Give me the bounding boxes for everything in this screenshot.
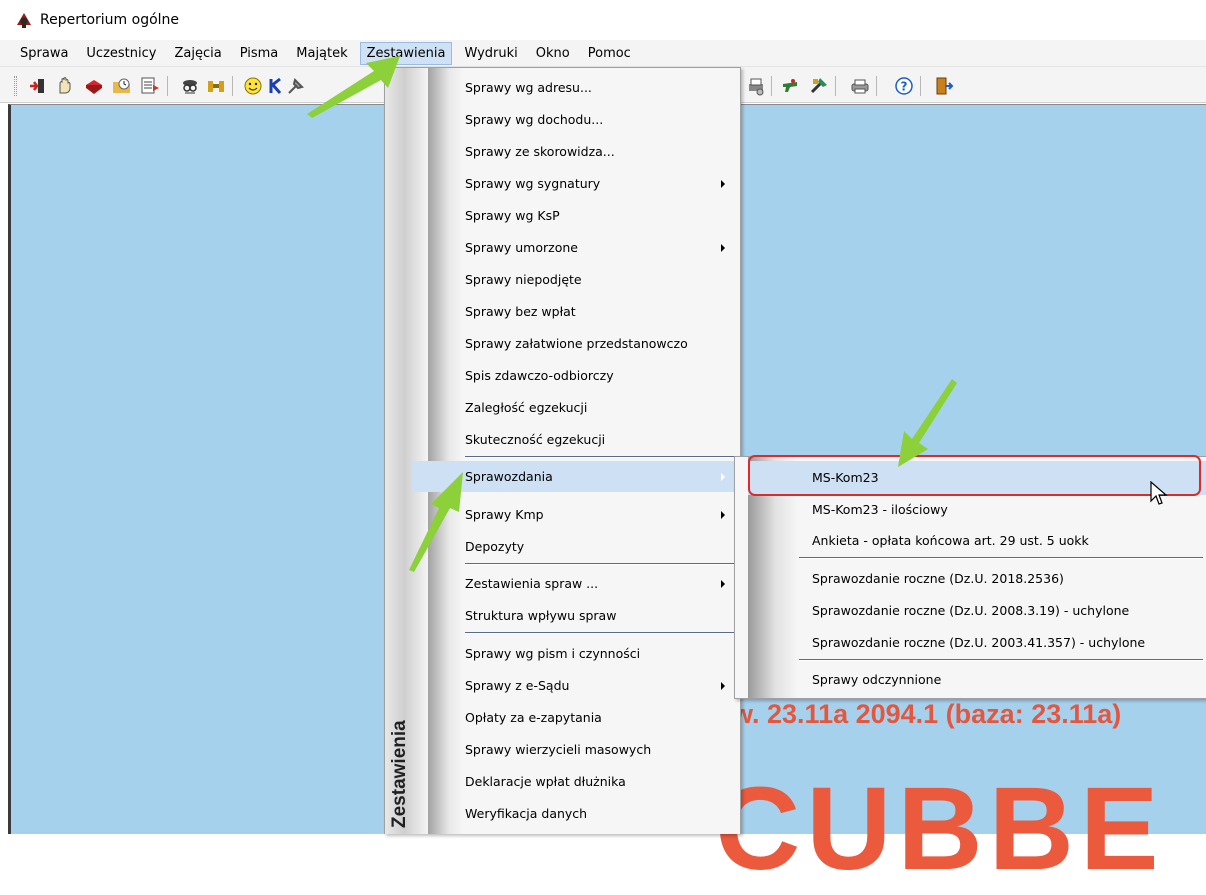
menu-item-sprawozdania[interactable]: Sprawozdania: [412, 461, 740, 492]
hand-icon[interactable]: [55, 76, 75, 96]
menu-item-sprawy-umorzone[interactable]: Sprawy umorzone: [385, 232, 740, 263]
menu-item-sprawy-wg-adresu[interactable]: Sprawy wg adresu...: [385, 72, 740, 103]
menu-item-sprawy-zalatwione[interactable]: Sprawy załatwione przedstanowczo: [385, 328, 740, 359]
zestawienia-menu: Zestawienia Sprawy wg adresu... Sprawy w…: [384, 67, 741, 834]
menu-pomoc[interactable]: Pomoc: [582, 43, 637, 64]
tools-icon[interactable]: [809, 76, 829, 96]
folder-clock-icon[interactable]: [112, 76, 132, 96]
menu-wydruki[interactable]: Wydruki: [458, 43, 523, 64]
highlight-box: [748, 455, 1201, 496]
help-icon[interactable]: ?: [894, 76, 914, 96]
toolbar-separator: [232, 76, 233, 96]
spy-icon[interactable]: [180, 76, 200, 96]
menu-zajecia[interactable]: Zajęcia: [168, 43, 227, 64]
menu-item-sprawy-z-esadu[interactable]: Sprawy z e-Sądu: [385, 670, 740, 701]
k-icon[interactable]: [266, 76, 286, 96]
submenu-arrow-icon: [721, 511, 725, 519]
list-check-icon[interactable]: [140, 76, 160, 96]
menu-okno[interactable]: Okno: [530, 43, 576, 64]
menu-item-sprawy-kmp[interactable]: Sprawy Kmp: [385, 499, 740, 530]
menu-sprawa[interactable]: Sprawa: [14, 43, 74, 64]
toolbar-separator: [167, 76, 168, 96]
menu-item-sprawozdanie-2003[interactable]: Sprawozdanie roczne (Dz.U. 2003.41.357) …: [735, 626, 1206, 660]
book-icon[interactable]: [84, 76, 104, 96]
settings-tool-icon[interactable]: [286, 76, 306, 96]
toolbar-separator: [771, 76, 772, 96]
menu-item-oplaty-za-ezapytania[interactable]: Opłaty za e-zapytania: [385, 702, 740, 733]
submenu-arrow-icon: [721, 682, 725, 690]
toolbar-grip[interactable]: [14, 76, 17, 96]
svg-text:?: ?: [901, 80, 908, 94]
menu-item-zaleglosc-egzekucji[interactable]: Zaległość egzekucji: [385, 392, 740, 423]
toolbar-separator: [920, 76, 921, 96]
menu-majatek[interactable]: Majątek: [290, 43, 353, 64]
menu-separator: [465, 563, 739, 565]
menu-item-ms-kom23-ilosciowy[interactable]: MS-Kom23 - ilościowy: [735, 493, 1206, 527]
menu-item-deklaracje-wplat[interactable]: Deklaracje wpłat dłużnika: [385, 766, 740, 797]
menu-item-sprawozdanie-2018[interactable]: Sprawozdanie roczne (Dz.U. 2018.2536): [735, 562, 1206, 596]
menu-pisma[interactable]: Pisma: [234, 43, 285, 64]
menu-separator: [465, 632, 739, 634]
menu-item-zestawienia-spraw[interactable]: Zestawienia spraw ...: [385, 568, 740, 599]
menu-item-sprawy-bez-wplat[interactable]: Sprawy bez wpłat: [385, 296, 740, 327]
toolbar-separator: [835, 76, 836, 96]
menu-item-sprawy-wg-ksp[interactable]: Sprawy wg KsP: [385, 200, 740, 231]
print-icon[interactable]: [850, 76, 870, 96]
menu-item-depozyty[interactable]: Depozyty: [385, 531, 740, 562]
submenu-arrow-icon: [721, 244, 725, 252]
submenu-arrow-icon: [721, 580, 725, 588]
app-icon: [17, 13, 31, 28]
menu-separator: [799, 659, 1203, 661]
menu-item-spis-zdawczo-odbiorczy[interactable]: Spis zdawczo-odbiorczy: [385, 360, 740, 391]
menu-item-sprawy-wg-sygnatury[interactable]: Sprawy wg sygnatury: [385, 168, 740, 199]
menu-item-sprawy-wg-pism[interactable]: Sprawy wg pism i czynności: [385, 638, 740, 669]
brand-logo-text: CUBBE: [715, 763, 1165, 895]
window-title: Repertorium ogólne: [40, 12, 180, 28]
smiley-icon[interactable]: [243, 76, 263, 96]
submenu-arrow-icon: [721, 473, 725, 481]
door-enter-icon[interactable]: [28, 76, 48, 96]
menu-item-sprawozdanie-2008[interactable]: Sprawozdanie roczne (Dz.U. 2008.3.19) - …: [735, 594, 1206, 628]
submenu-arrow-icon: [721, 180, 725, 188]
menu-item-sprawy-odczynnione[interactable]: Sprawy odczynnione: [735, 663, 1206, 697]
menubar: Sprawa Uczestnicy Zajęcia Pisma Majątek …: [0, 40, 1206, 67]
menu-item-weryfikacja-danych[interactable]: Weryfikacja danych: [385, 798, 740, 829]
menu-item-sprawy-ze-skorowidza[interactable]: Sprawy ze skorowidza...: [385, 136, 740, 167]
menu-item-sprawy-wg-dochodu[interactable]: Sprawy wg dochodu...: [385, 104, 740, 135]
mouse-cursor-icon: [1150, 481, 1168, 505]
menu-uczestnicy[interactable]: Uczestnicy: [80, 43, 162, 64]
window-titlebar: Repertorium ogólne: [0, 0, 1206, 40]
menu-item-ankieta-oplata[interactable]: Ankieta - opłata końcowa art. 29 ust. 5 …: [735, 524, 1206, 558]
menu-zestawienia[interactable]: Zestawienia: [359, 41, 453, 65]
menu-separator: [465, 456, 739, 458]
toolbar-separator: [876, 76, 877, 96]
printer-setup-icon[interactable]: [746, 76, 766, 96]
gun-icon[interactable]: [781, 76, 801, 96]
binoculars-icon[interactable]: [206, 76, 226, 96]
menu-item-skutecznosc-egzekucji[interactable]: Skuteczność egzekucji: [385, 424, 740, 455]
menu-item-struktura-wplywu[interactable]: Struktura wpływu spraw: [385, 600, 740, 631]
menu-separator: [799, 557, 1203, 559]
exit-door-icon[interactable]: [934, 76, 954, 96]
version-label: w. 23.11a 2094.1 (baza: 23.11a): [732, 699, 1122, 729]
menu-item-sprawy-wierzycieli[interactable]: Sprawy wierzycieli masowych: [385, 734, 740, 765]
menu-item-sprawy-niepodjete[interactable]: Sprawy niepodjęte: [385, 264, 740, 295]
